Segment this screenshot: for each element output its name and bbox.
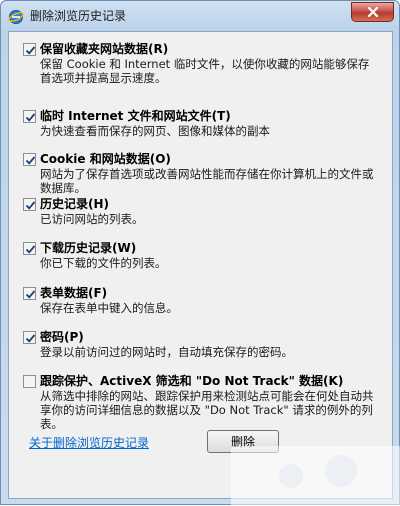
- checkbox-temporary-files[interactable]: [23, 110, 36, 123]
- checkmark-icon: [25, 334, 36, 343]
- checkbox-preserve-favorites[interactable]: [23, 43, 36, 56]
- checkbox-download-history[interactable]: [23, 242, 36, 255]
- option-description: 保存在表单中键入的信息。: [40, 301, 178, 315]
- dialog-window: 删除浏览历史记录 保留收藏夹网站数据(R) 保留 Cookie 和 Intern…: [0, 0, 400, 506]
- checkbox-history[interactable]: [23, 198, 36, 211]
- checkbox-cookies[interactable]: [23, 153, 36, 166]
- option-label: Cookie 和网站数据(O): [40, 152, 171, 166]
- option-description: 保留 Cookie 和 Internet 临时文件，以使你收藏的网站能够保存首选…: [40, 57, 370, 85]
- option-description: 你已下载的文件的列表。: [40, 256, 167, 270]
- option-description: 已访问网站的列表。: [40, 212, 144, 226]
- checkmark-icon: [25, 201, 36, 210]
- option-description: 从筛选中排除的网站、跟踪保护用来检测站点可能会在何处自动共享你的访问详细信息的数…: [40, 389, 374, 431]
- option-label: 下载历史记录(W): [40, 241, 137, 255]
- close-icon: [367, 6, 378, 18]
- checkmark-icon: [25, 46, 36, 55]
- checkmark-icon: [25, 113, 36, 122]
- checkmark-icon: [25, 290, 36, 299]
- option-label: 密码(P): [40, 330, 84, 344]
- option-label: 临时 Internet 文件和网站文件(T): [40, 109, 231, 123]
- checkbox-passwords[interactable]: [23, 331, 36, 344]
- about-delete-history-link[interactable]: 关于删除浏览历史记录: [29, 434, 149, 451]
- option-description: 登录以前访问过的网站时，自动填充保存的密码。: [40, 345, 293, 359]
- window-title: 删除浏览历史记录: [30, 9, 127, 23]
- close-button[interactable]: [351, 2, 394, 22]
- option-label: 跟踪保护、ActiveX 筛选和 "Do Not Track" 数据(K): [40, 374, 344, 388]
- option-description: 网站为了保存首选项或改善网站性能而存储在你计算机上的文件或数据库。: [40, 167, 374, 195]
- checkmark-icon: [25, 156, 36, 165]
- checkbox-tracking-protection[interactable]: [23, 375, 36, 388]
- checkbox-form-data[interactable]: [23, 287, 36, 300]
- internet-explorer-icon: [8, 9, 24, 25]
- option-label: 历史记录(H): [40, 197, 110, 211]
- title-bar[interactable]: 删除浏览历史记录: [1, 1, 399, 31]
- checkmark-icon: [25, 245, 36, 254]
- option-description: 为快速查看而保存的网页、图像和媒体的副本: [40, 124, 270, 138]
- dialog-content: 保留收藏夹网站数据(R) 保留 Cookie 和 Internet 临时文件，以…: [8, 31, 393, 499]
- option-label: 保留收藏夹网站数据(R): [40, 42, 169, 56]
- watermark-overlay: [231, 446, 400, 506]
- option-label: 表单数据(F): [40, 286, 108, 300]
